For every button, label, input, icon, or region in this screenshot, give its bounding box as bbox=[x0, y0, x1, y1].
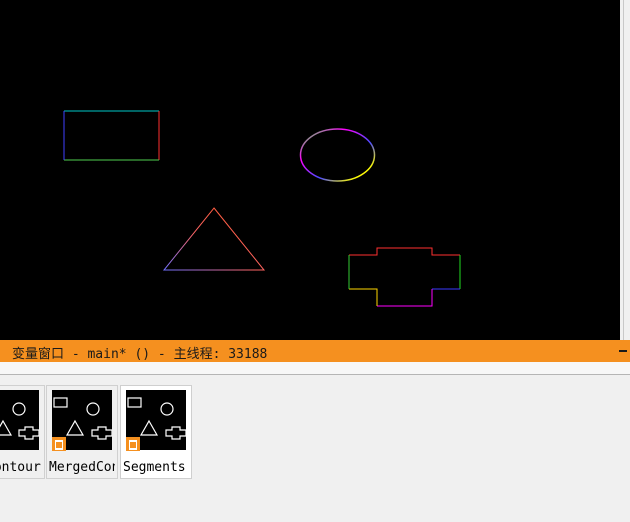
variable-toolbar bbox=[0, 362, 630, 375]
rectangle-contour bbox=[63, 110, 160, 161]
thumbnail-label: MergedContours bbox=[49, 460, 115, 475]
window-title: 变量窗口 - main* () - 主线程: 33188 bbox=[12, 347, 268, 362]
variable-window-titlebar[interactable]: 变量窗口 - main* () - 主线程: 33188 bbox=[0, 340, 630, 362]
cross-contour bbox=[348, 247, 461, 307]
scrollbar-track bbox=[623, 0, 624, 340]
thumbnail-segments[interactable]: Segments bbox=[120, 385, 192, 479]
thumbnail-mergedcontours[interactable]: MergedContours bbox=[46, 385, 118, 479]
triangle-contour bbox=[162, 207, 266, 271]
image-canvas[interactable] bbox=[0, 0, 620, 340]
ellipse-contour bbox=[299, 128, 376, 182]
thumbnail-label: Segments bbox=[123, 460, 186, 475]
thumbnail-label: Contour bbox=[0, 460, 41, 475]
variable-thumbnail-list: Contour MergedContours Segments bbox=[0, 375, 630, 522]
thumbnail-contour[interactable]: Contour bbox=[0, 385, 45, 479]
minimize-icon[interactable] bbox=[619, 350, 627, 352]
vertical-scrollbar[interactable] bbox=[620, 0, 630, 340]
image-view bbox=[63, 110, 461, 307]
contour-preview-image bbox=[0, 390, 39, 450]
vector-variable-icon bbox=[126, 437, 140, 451]
vector-variable-icon bbox=[52, 437, 66, 451]
